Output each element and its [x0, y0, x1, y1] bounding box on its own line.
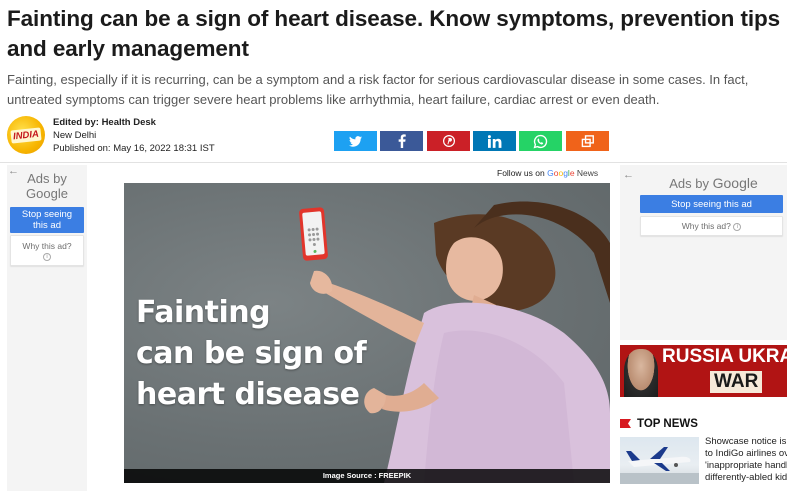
why-this-ad-text: Why this ad?	[22, 241, 72, 251]
location: New Delhi	[53, 130, 97, 141]
hero-overlay-line-3: heart disease	[136, 377, 360, 412]
share-facebook-button[interactable]	[380, 131, 423, 151]
edited-by-label: Edited by:	[53, 117, 99, 128]
why-this-ad-text: Why this ad?	[681, 221, 731, 231]
share-whatsapp-button[interactable]	[519, 131, 562, 151]
stop-seeing-ad-button[interactable]: Stop seeing this ad	[10, 207, 84, 233]
google-text: Google	[712, 175, 758, 191]
share-copy-link-button[interactable]	[566, 131, 609, 151]
ad-left: ← Ads by Google Stop seeing this ad Why …	[7, 165, 87, 491]
follow-us-google-news[interactable]: Follow us on Google News	[497, 168, 598, 178]
why-this-ad-button[interactable]: Why this ad? i	[10, 235, 84, 266]
article-summary: Fainting, especially if it is recurring,…	[7, 70, 783, 110]
byline: INDIA Edited by: Health Desk New Delhi P…	[7, 113, 327, 157]
back-arrow-icon[interactable]: ←	[623, 169, 634, 181]
info-icon: i	[43, 252, 51, 261]
linkedin-icon	[487, 134, 501, 148]
published-label: Published on:	[53, 143, 111, 154]
stop-line-2: this ad	[33, 220, 61, 231]
summary-line-1: Fainting, especially if it is recurring,…	[7, 72, 749, 87]
banner-line-2: WAR	[710, 371, 763, 393]
article-headline: Fainting can be a sign of heart disease.…	[7, 4, 783, 64]
share-linkedin-button[interactable]	[473, 131, 516, 151]
editor-name[interactable]: Health Desk	[102, 117, 156, 128]
putin-photo	[624, 349, 658, 397]
news-line-3: 'inappropriate handl	[705, 460, 787, 471]
hero-image: Fainting can be sign of heart disease Im…	[124, 183, 610, 483]
ads-by-google-label: Ads by Google	[640, 175, 787, 192]
published-date: May 16, 2022 18:31 IST	[113, 143, 215, 154]
info-icon: i	[733, 222, 742, 231]
news-line-1: Showcase notice is	[705, 436, 787, 447]
russia-ukraine-war-banner[interactable]: RUSSIA UKRA WAR	[620, 345, 787, 397]
follow-prefix: Follow us on	[497, 168, 545, 178]
section-divider	[0, 162, 787, 163]
summary-line-2: untreated symptoms can trigger severe he…	[7, 92, 660, 107]
facebook-icon	[398, 134, 406, 148]
stop-seeing-text: Stop seeing this ad	[671, 198, 752, 210]
red-flag-icon	[620, 419, 631, 428]
logo-text: INDIA	[10, 126, 42, 144]
headline-line-2: and early management	[7, 36, 249, 61]
google-text: Google	[26, 186, 68, 201]
news-thumbnail[interactable]	[620, 437, 699, 484]
india-tv-logo[interactable]: INDIA	[7, 116, 45, 154]
ads-by-text: Ads by	[669, 176, 709, 191]
share-twitter-button[interactable]	[334, 131, 377, 151]
twitter-icon	[349, 135, 362, 147]
news-line-2: to IndiGo airlines ov	[705, 448, 787, 459]
top-news-heading: TOP NEWS	[620, 418, 698, 430]
byline-details: Edited by: Health Desk New Delhi Publish…	[53, 116, 215, 155]
hero-overlay-text: Fainting can be sign of heart disease	[136, 292, 367, 415]
why-this-ad-button[interactable]: Why this ad? i	[640, 216, 783, 236]
follow-news: News	[576, 168, 599, 178]
headline-line-1: Fainting can be a sign of heart disease.…	[7, 6, 781, 31]
hero-overlay-line-2: can be sign of	[136, 336, 367, 371]
banner-line-1: RUSSIA UKRA	[662, 346, 787, 367]
news-item-headline[interactable]: Showcase notice is to IndiGo airlines ov…	[705, 436, 787, 486]
whatsapp-icon	[533, 134, 548, 148]
stop-seeing-ad-button[interactable]: Stop seeing this ad	[640, 195, 783, 213]
ads-by-google-label: Ads by Google	[7, 171, 87, 201]
airplane-image	[620, 447, 699, 484]
copy-link-icon	[581, 134, 594, 147]
stop-line-1: Stop seeing	[21, 209, 73, 220]
news-line-4: differently-abled kid	[705, 472, 787, 483]
image-source-caption: Image Source : FREEPIK	[124, 469, 610, 483]
share-pinterest-button[interactable]	[427, 131, 470, 151]
smartphone-image	[298, 207, 329, 261]
pinterest-icon	[442, 135, 455, 147]
hero-overlay-line-1: Fainting	[136, 295, 271, 330]
top-news-title: TOP NEWS	[637, 418, 698, 430]
ad-right: ← Ads by Google Stop seeing this ad Why …	[620, 165, 787, 340]
ads-by-text: Ads by	[27, 171, 67, 186]
google-logo-icon: Google	[547, 168, 575, 178]
